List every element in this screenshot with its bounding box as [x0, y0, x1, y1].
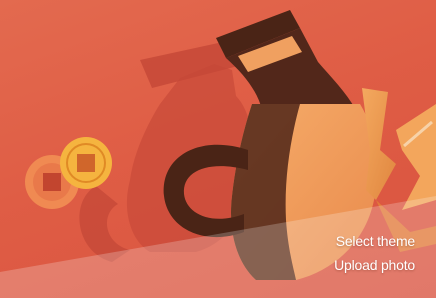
theme-actions: Select theme Upload photo [334, 232, 415, 274]
select-theme-link[interactable]: Select theme [336, 232, 416, 250]
theme-banner: Select theme Upload photo [0, 0, 436, 298]
upload-photo-link[interactable]: Upload photo [334, 256, 415, 274]
